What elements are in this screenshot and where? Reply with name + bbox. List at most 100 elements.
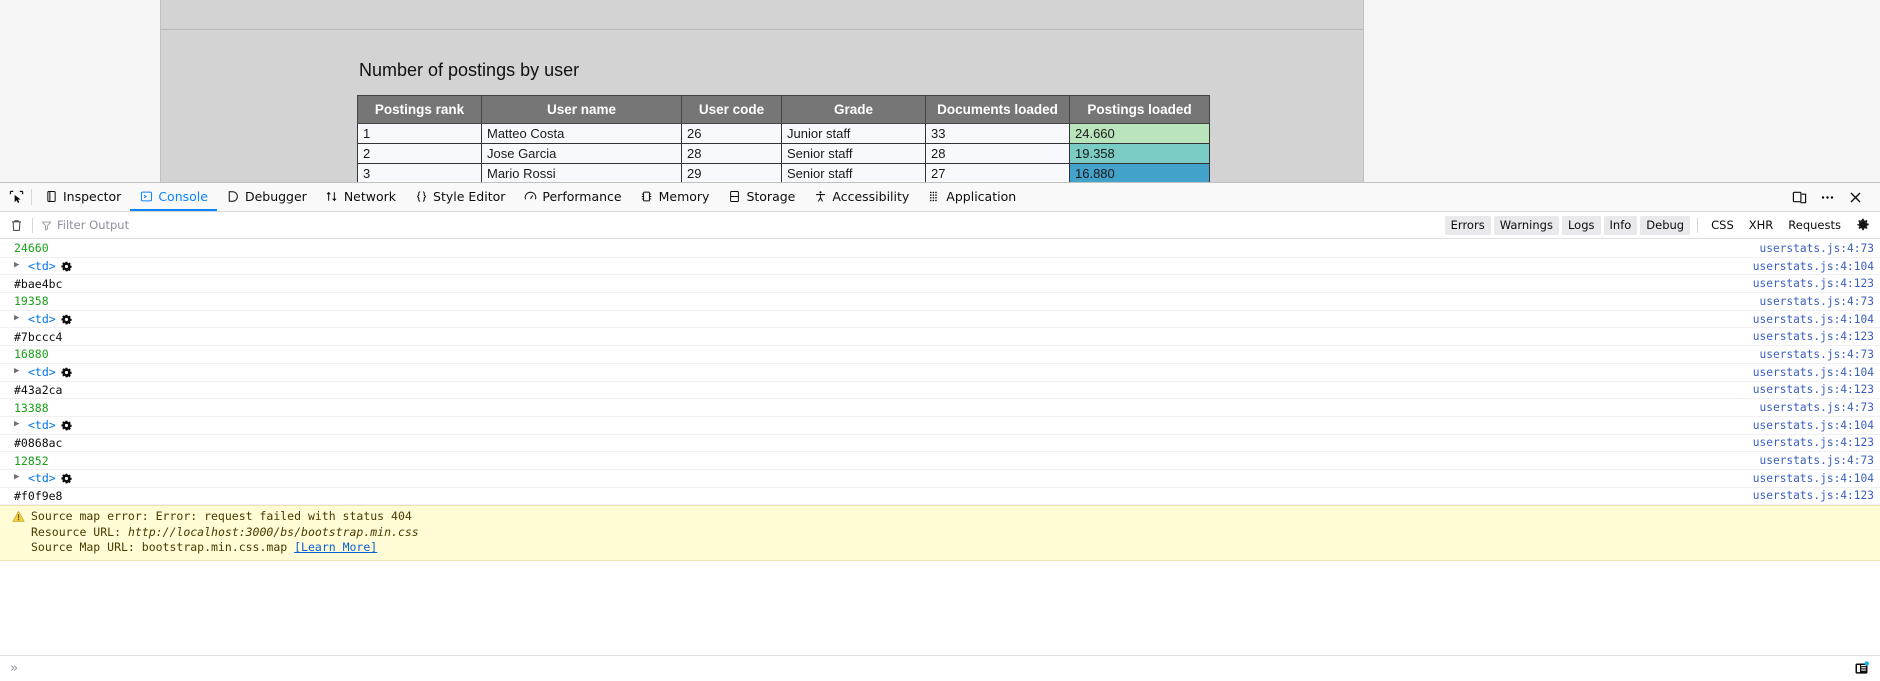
page-content-container: User statistics Number of postings by us… <box>160 0 1364 182</box>
tab-accessibility[interactable]: Accessibility <box>804 183 918 211</box>
meatball-menu-icon[interactable] <box>1814 185 1840 209</box>
warning-line-3: Source Map URL: bootstrap.min.css.map [L… <box>14 540 1874 556</box>
learn-more-link[interactable]: [Learn More] <box>294 540 377 554</box>
console-log-row[interactable]: ▶ <td> userstats.js:4:104 <box>0 364 1880 382</box>
node-settings-icon[interactable] <box>61 367 72 378</box>
log-number-value: 19358 <box>14 294 49 309</box>
log-message: 19358 <box>14 294 1759 308</box>
log-source-link[interactable]: userstats.js:4:73 <box>1759 454 1874 467</box>
responsive-design-mode-icon[interactable] <box>1786 185 1812 209</box>
log-source-link[interactable]: userstats.js:4:73 <box>1759 348 1874 361</box>
application-icon <box>927 189 941 203</box>
log-source-link[interactable]: userstats.js:4:123 <box>1753 277 1874 290</box>
console-log-row[interactable]: ▶ <td> userstats.js:4:104 <box>0 258 1880 276</box>
node-settings-icon[interactable] <box>61 473 72 484</box>
style-editor-icon <box>414 189 428 203</box>
console-input-row[interactable]: » <box>0 655 1880 681</box>
tab-label: Accessibility <box>832 188 910 204</box>
element-picker-icon[interactable] <box>2 184 30 210</box>
log-number-value: 12852 <box>14 453 49 468</box>
log-message: ▶ <td> <box>14 471 1753 485</box>
close-icon[interactable] <box>1842 185 1868 209</box>
console-log-row[interactable]: #43a2ca userstats.js:4:123 <box>0 382 1880 400</box>
filter-input[interactable] <box>57 218 207 232</box>
source-map-url-label: Source Map URL: bootstrap.min.css.map <box>31 540 288 555</box>
filter-xhr-button[interactable]: XHR <box>1743 216 1780 235</box>
tab-style-editor[interactable]: Style Editor <box>405 183 514 211</box>
console-log-row[interactable]: ▶ <td> userstats.js:4:104 <box>0 417 1880 435</box>
console-log-row[interactable]: #0868ac userstats.js:4:123 <box>0 435 1880 453</box>
log-source-link[interactable]: userstats.js:4:104 <box>1753 313 1874 326</box>
node-settings-icon[interactable] <box>61 314 72 325</box>
cell-user-name: Matteo Costa <box>481 123 682 144</box>
tab-label: Memory <box>658 188 710 204</box>
devtools-window-controls <box>1786 185 1874 209</box>
expand-triangle-icon[interactable]: ▶ <box>14 260 23 270</box>
tab-network[interactable]: Network <box>316 183 405 211</box>
tab-storage[interactable]: Storage <box>718 183 804 211</box>
log-number-value: 16880 <box>14 347 49 362</box>
tab-debugger[interactable]: Debugger <box>217 183 316 211</box>
filter-requests-button[interactable]: Requests <box>1782 216 1847 235</box>
expand-triangle-icon[interactable]: ▶ <box>14 313 23 323</box>
console-log-row[interactable]: 19358 userstats.js:4:73 <box>0 293 1880 311</box>
toolbar-divider <box>32 217 33 233</box>
log-source-link[interactable]: userstats.js:4:123 <box>1753 436 1874 449</box>
cell-user-code: 26 <box>681 123 782 144</box>
console-warning-message[interactable]: Source map error: Error: request failed … <box>0 505 1880 561</box>
log-source-link[interactable]: userstats.js:4:104 <box>1753 260 1874 273</box>
log-source-link[interactable]: userstats.js:4:73 <box>1759 401 1874 414</box>
log-source-link[interactable]: userstats.js:4:123 <box>1753 383 1874 396</box>
console-log-row[interactable]: 12852 userstats.js:4:73 <box>0 452 1880 470</box>
cell-documents-loaded: 28 <box>925 143 1070 164</box>
filter-input-wrapper[interactable] <box>37 215 227 235</box>
table-row: 2 Jose Garcia 28 Senior staff 28 19.358 <box>357 143 1210 164</box>
split-console-icon[interactable] <box>1850 659 1872 679</box>
console-log-row[interactable]: 16880 userstats.js:4:73 <box>0 346 1880 364</box>
tab-label: Network <box>343 188 397 204</box>
console-log-row[interactable]: #7bccc4 userstats.js:4:123 <box>0 328 1880 347</box>
tab-memory[interactable]: Memory <box>631 183 719 211</box>
node-settings-icon[interactable] <box>61 420 72 431</box>
log-source-link[interactable]: userstats.js:4:123 <box>1753 330 1874 343</box>
log-source-link[interactable]: userstats.js:4:123 <box>1753 489 1874 502</box>
console-filter-buttons: Errors Warnings Logs Info Debug CSS XHR … <box>1444 215 1876 235</box>
log-source-link[interactable]: userstats.js:4:104 <box>1753 419 1874 432</box>
page-title: User statistics <box>216 0 1363 3</box>
tab-console[interactable]: Console <box>130 183 217 211</box>
log-source-link[interactable]: userstats.js:4:73 <box>1759 295 1874 308</box>
filter-logs-button[interactable]: Logs <box>1561 215 1601 235</box>
console-log-row[interactable]: ▶ <td> userstats.js:4:104 <box>0 311 1880 329</box>
tab-performance[interactable]: Performance <box>514 183 630 211</box>
console-log-row[interactable]: #bae4bc userstats.js:4:123 <box>0 275 1880 294</box>
log-string-value: #f0f9e8 <box>14 488 63 503</box>
log-message: 12852 <box>14 454 1759 468</box>
filter-errors-button[interactable]: Errors <box>1444 215 1491 235</box>
tab-application[interactable]: Application <box>918 183 1025 211</box>
log-string-value: #7bccc4 <box>14 329 63 344</box>
filter-info-button[interactable]: Info <box>1603 215 1638 235</box>
console-log-row[interactable]: #f0f9e8 userstats.js:4:123 <box>0 488 1880 506</box>
filter-debug-button[interactable]: Debug <box>1640 215 1691 235</box>
filter-css-button[interactable]: CSS <box>1705 216 1740 235</box>
table-row: 1 Matteo Costa 26 Junior staff 33 24.660 <box>357 123 1210 144</box>
console-log-row[interactable]: ▶ <td> userstats.js:4:104 <box>0 470 1880 488</box>
node-settings-icon[interactable] <box>61 261 72 272</box>
console-command-input[interactable] <box>17 660 1850 677</box>
filter-warnings-button[interactable]: Warnings <box>1493 215 1559 235</box>
console-log-row[interactable]: 13388 userstats.js:4:73 <box>0 399 1880 417</box>
log-node-tag: <td> <box>28 259 56 274</box>
log-source-link[interactable]: userstats.js:4:73 <box>1759 242 1874 255</box>
console-output[interactable]: 24660 userstats.js:4:73 ▶ <td> userstats.js:… <box>0 240 1880 655</box>
console-log-row[interactable]: 24660 userstats.js:4:73 <box>0 240 1880 258</box>
tab-inspector[interactable]: Inspector <box>35 183 130 211</box>
console-settings-gear-icon[interactable] <box>1852 215 1874 235</box>
log-message: #43a2ca <box>14 383 1753 397</box>
expand-triangle-icon[interactable]: ▶ <box>14 419 23 429</box>
expand-triangle-icon[interactable]: ▶ <box>14 472 23 482</box>
expand-triangle-icon[interactable]: ▶ <box>14 366 23 376</box>
clear-console-trash-icon[interactable] <box>4 214 28 236</box>
log-source-link[interactable]: userstats.js:4:104 <box>1753 472 1874 485</box>
log-message: ▶ <td> <box>14 312 1753 326</box>
log-source-link[interactable]: userstats.js:4:104 <box>1753 366 1874 379</box>
